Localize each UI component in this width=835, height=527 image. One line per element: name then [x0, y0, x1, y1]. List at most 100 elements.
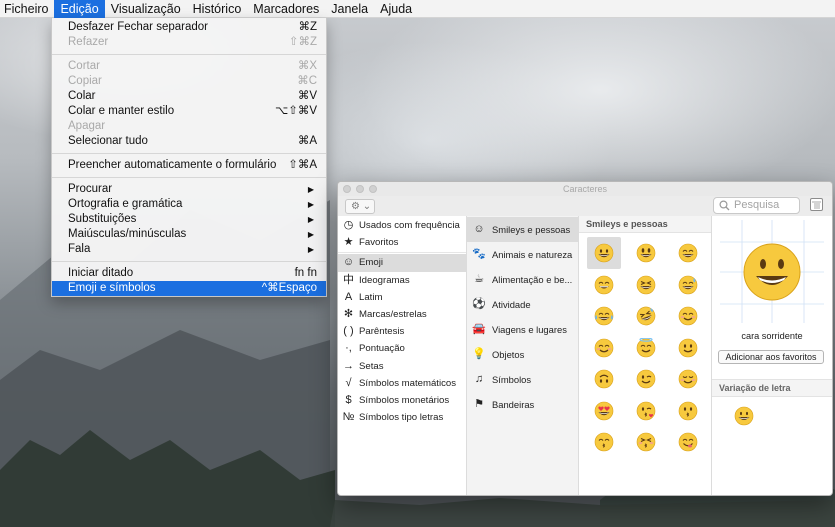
- menu-ficheiro[interactable]: Ficheiro: [0, 0, 54, 18]
- zoom-window-button[interactable]: [369, 185, 377, 193]
- laughing-squint-icon[interactable]: [629, 269, 663, 301]
- menu-item-undo[interactable]: Desfazer Fechar separador ⌘Z: [52, 20, 326, 35]
- category-item-label: Smileys e pessoas: [492, 224, 571, 235]
- menu-item-select-all[interactable]: Selecionar tudo ⌘A: [52, 134, 326, 149]
- upside-down-face-icon[interactable]: [587, 363, 621, 395]
- category-item-3[interactable]: ☕ Alimentação e be...: [467, 267, 578, 292]
- expand-view-icon[interactable]: [810, 198, 823, 211]
- window-titlebar: Caracteres: [338, 182, 832, 196]
- sidebar-item-11[interactable]: $ Símbolos monetários: [338, 392, 466, 409]
- category-item-2[interactable]: 🐾 Animais e natureza: [467, 242, 578, 267]
- minimize-window-button[interactable]: [356, 185, 364, 193]
- category-item-8[interactable]: ⚑ Bandeiras: [467, 392, 578, 417]
- kissing-closed-eyes-icon[interactable]: [629, 426, 663, 458]
- emoji-grid: Smileys e pessoas: [579, 216, 712, 495]
- grinning-face-icon[interactable]: [587, 237, 621, 269]
- category-item-label: Alimentação e be...: [492, 274, 573, 285]
- slightly-smiling-glyph: [678, 338, 698, 357]
- menu-janela[interactable]: Janela: [325, 0, 374, 18]
- sidebar-item-9[interactable]: → Setas: [338, 358, 466, 375]
- menu-edicao[interactable]: Edição: [54, 0, 105, 18]
- dollar-icon: $: [345, 393, 352, 406]
- close-window-button[interactable]: [343, 185, 351, 193]
- slightly-smiling-icon[interactable]: [671, 332, 705, 364]
- sidebar-item-6[interactable]: ✻ Marcas/estrelas: [338, 306, 466, 323]
- relieved-face-icon[interactable]: [671, 363, 705, 395]
- menu-item-label: Desfazer Fechar separador: [68, 21, 208, 33]
- laughing-squint-glyph: [636, 275, 656, 294]
- halo-face-icon[interactable]: [629, 332, 663, 364]
- category-item-4[interactable]: ⚽ Atividade: [467, 292, 578, 317]
- sidebar-item-2[interactable]: ★ Favoritos: [338, 234, 466, 251]
- menu-item-delete[interactable]: Apagar: [52, 119, 326, 134]
- sidebar-item-8[interactable]: ·, Pontuação: [338, 340, 466, 357]
- grinning-face-big-eyes-icon[interactable]: [629, 237, 663, 269]
- kissing-smiling-eyes-icon[interactable]: [587, 426, 621, 458]
- smiling-blush-icon[interactable]: [671, 300, 705, 332]
- menu-item-redo[interactable]: Refazer ⇧⌘Z: [52, 35, 326, 50]
- sidebar-item-1[interactable]: ◷ Usados com frequência: [338, 217, 466, 234]
- menu-item-transformations[interactable]: Maiúsculas/minúsculas ▶: [52, 227, 326, 242]
- kissing-closed-eyes-glyph: [636, 432, 656, 452]
- menu-marcadores[interactable]: Marcadores: [247, 0, 325, 18]
- grid-icon: [812, 201, 821, 209]
- menu-item-speech[interactable]: Fala ▶: [52, 242, 326, 257]
- menu-visualizacao[interactable]: Visualização: [105, 0, 187, 18]
- grinning-face-big-eyes-glyph: [636, 243, 656, 263]
- menu-historico[interactable]: Histórico: [187, 0, 248, 18]
- kissing-face-icon[interactable]: [671, 395, 705, 427]
- sidebar-item-7[interactable]: ( ) Parêntesis: [338, 323, 466, 340]
- menu-item-shortcut: ⌥⇧⌘V: [274, 105, 317, 117]
- search-input[interactable]: Pesquisa: [713, 197, 800, 214]
- sidebar-item-5[interactable]: A Latim: [338, 289, 466, 306]
- menu-item-autofill[interactable]: Preencher automaticamente o formulário ⇧…: [52, 158, 326, 173]
- add-to-favorites-button[interactable]: Adicionar aos favoritos: [718, 350, 824, 364]
- grinning-squinting-icon[interactable]: [671, 237, 705, 269]
- menu-item-start-dictation[interactable]: Iniciar ditado fn fn: [52, 266, 326, 281]
- smiling-face-icon[interactable]: [587, 332, 621, 364]
- sidebar-separator: [338, 252, 466, 254]
- search-placeholder: Pesquisa: [734, 199, 780, 211]
- relieved-face-glyph: [678, 369, 698, 389]
- menu-item-label: Copiar: [68, 75, 102, 87]
- category-item-5[interactable]: 🚘 Viagens e lugares: [467, 317, 578, 342]
- tears-of-joy-icon[interactable]: [587, 300, 621, 332]
- menu-item-spelling[interactable]: Ortografia e gramática ▶: [52, 197, 326, 212]
- category-item-7[interactable]: ♫ Símbolos: [467, 367, 578, 392]
- parentheses-icon: ( ): [343, 325, 354, 338]
- kissing-heart-icon[interactable]: [629, 395, 663, 427]
- menu-item-paste-match-style[interactable]: Colar e manter estilo ⌥⇧⌘V: [52, 104, 326, 119]
- menu-item-substitutions[interactable]: Substituições ▶: [52, 212, 326, 227]
- sidebar-item-10[interactable]: √ Símbolos matemáticos: [338, 375, 466, 392]
- menu-item-paste[interactable]: Colar ⌘V: [52, 89, 326, 104]
- menu-item-label: Colar e manter estilo: [68, 105, 175, 117]
- grinning-smiling-eyes-icon[interactable]: [587, 269, 621, 301]
- sidebar-item-4[interactable]: 中 Ideogramas: [338, 272, 466, 289]
- menu-item-cut[interactable]: Cortar ⌘X: [52, 59, 326, 74]
- menu-item-emoji-symbols[interactable]: Emoji e símbolos ^⌘Espaço: [52, 281, 326, 296]
- heart-eyes-icon[interactable]: [587, 395, 621, 427]
- sidebar-item-12[interactable]: № Símbolos tipo letras: [338, 409, 466, 426]
- yum-face-icon[interactable]: [671, 426, 705, 458]
- winking-face-icon[interactable]: [629, 363, 663, 395]
- smiling-face-glyph: [594, 338, 614, 357]
- category-item-1[interactable]: ☺ Smileys e pessoas: [467, 217, 578, 242]
- rolling-laughing-icon[interactable]: [629, 300, 663, 332]
- tears-of-joy-glyph: [594, 306, 614, 326]
- character-detail-pane: cara sorridente Adicionar aos favoritos …: [712, 216, 832, 495]
- sidebar-item-3[interactable]: ☺ Emoji: [338, 254, 466, 272]
- menu-item-copy[interactable]: Copiar ⌘C: [52, 74, 326, 89]
- category-sidebar: ◷ Usados com frequência ★ Favoritos ☺ Emoji 中 I…: [338, 216, 467, 495]
- category-item-label: Viagens e lugares: [492, 324, 567, 335]
- sweat-smile-icon[interactable]: [671, 269, 705, 301]
- menu-ajuda[interactable]: Ajuda: [374, 0, 418, 18]
- category-item-6[interactable]: 💡 Objetos: [467, 342, 578, 367]
- menu-bar: Ficheiro Edição Visualização Histórico M…: [0, 0, 835, 18]
- menu-item-label: Refazer: [68, 36, 109, 48]
- bulb-icon: 💡: [472, 348, 486, 360]
- kissing-smiling-eyes-glyph: [594, 432, 614, 452]
- gear-menu-button[interactable]: ⚙ ⌄: [345, 199, 375, 214]
- variation-emoji-icon[interactable]: [734, 406, 754, 426]
- menu-item-find[interactable]: Procurar ▶: [52, 182, 326, 197]
- menu-item-shortcut: ⇧⌘Z: [288, 36, 317, 48]
